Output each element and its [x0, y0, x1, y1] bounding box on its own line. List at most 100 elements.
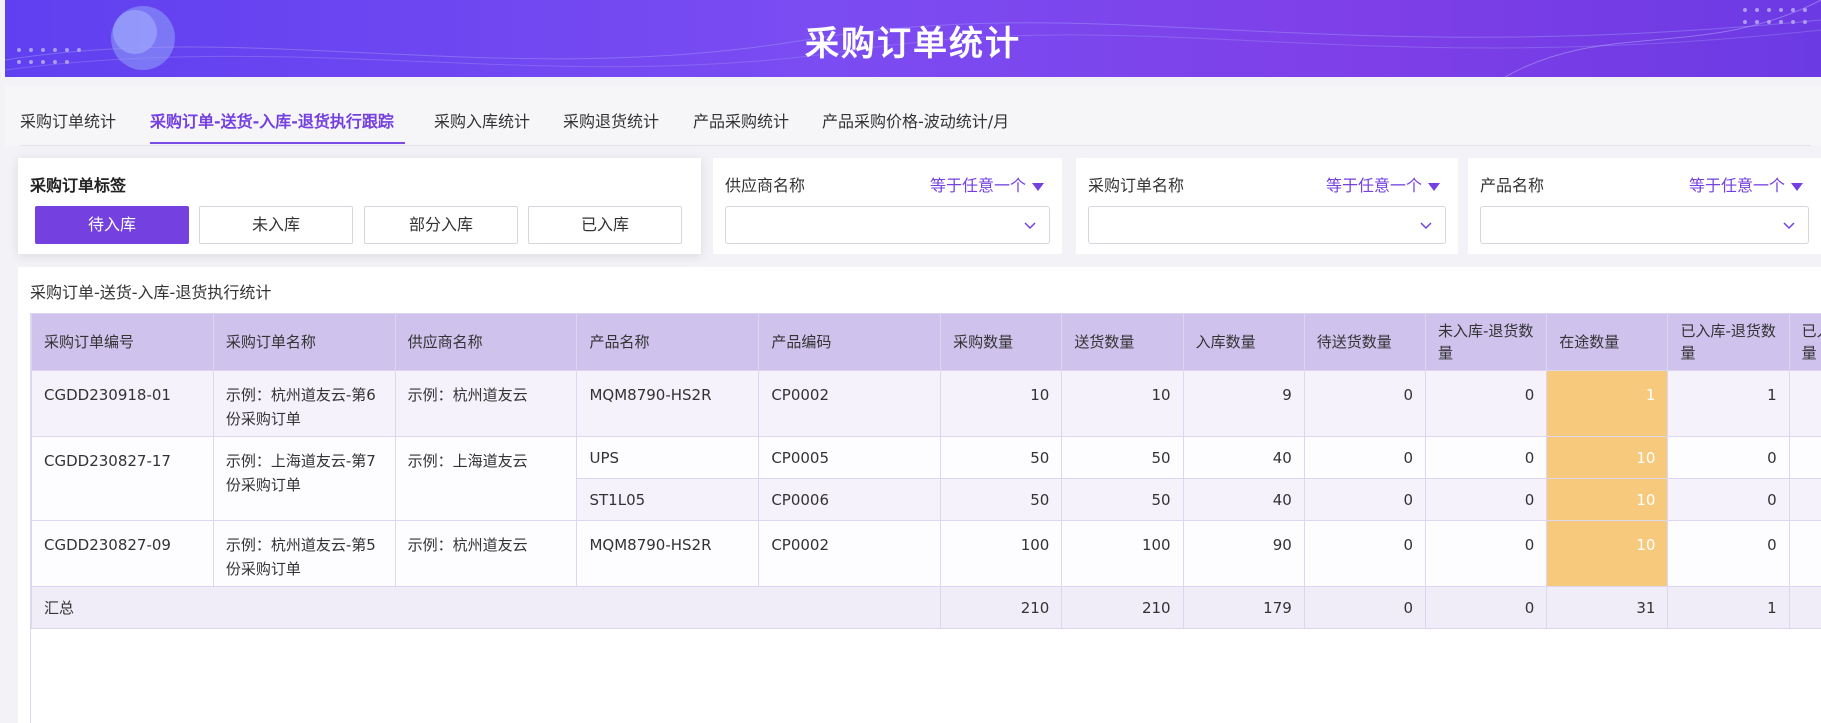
order-name-filter: 采购订单名称 等于任意一个 — [1076, 158, 1458, 254]
qty-cell: 50 — [940, 478, 1063, 521]
table-row: CGDD230918-01 示例：杭州道友云-第6份采购订单 示例：杭州道友云 … — [31, 370, 1821, 437]
page-title: 采购订单统计 — [805, 24, 1021, 64]
header-banner: 采购订单统计 — [5, 0, 1821, 77]
tab-inbound-stats[interactable]: 采购入库统计 — [434, 108, 530, 132]
order-tag-label: 采购订单标签 — [30, 176, 127, 195]
order-name-filter-label: 采购订单名称 — [1088, 176, 1185, 195]
supplier-filter-operator[interactable]: 等于任意一个 — [930, 172, 1044, 196]
exchange-cell — [1788, 436, 1821, 479]
col-header[interactable]: 入库数量 — [1182, 313, 1305, 371]
supplier-cell: 示例：杭州道友云 — [394, 520, 578, 587]
summary-exchange — [1788, 586, 1821, 629]
in-transit-cell: 1 — [1546, 370, 1669, 437]
stocked-cell: 40 — [1182, 478, 1305, 521]
table-scroll-area[interactable]: 采购订单编号 采购订单名称 供应商名称 产品名称 产品编码 采购数量 送货数量 … — [30, 313, 1821, 723]
product-name-filter-label: 产品名称 — [1480, 176, 1545, 195]
table-row: CGDD230827-09 示例：杭州道友云-第5份采购订单 示例：杭州道友云 … — [31, 520, 1821, 587]
return-stocked-cell: 0 — [1667, 520, 1790, 587]
col-header[interactable]: 待送货数量 — [1303, 313, 1427, 371]
delivered-cell: 50 — [1061, 478, 1184, 521]
summary-delivered: 210 — [1061, 586, 1184, 629]
tab-price-fluctuation[interactable]: 产品采购价格-波动统计/月 — [822, 108, 1009, 132]
summary-stocked: 179 — [1182, 586, 1305, 629]
return-stocked-cell: 1 — [1667, 370, 1790, 437]
code-cell: CP0006 — [758, 478, 942, 521]
order-name-filter-operator[interactable]: 等于任意一个 — [1326, 172, 1440, 196]
tracking-table-card: 采购订单-送货-入库-退货执行统计 采购订单编号 采购订单名称 供应商名称 产品… — [18, 267, 1821, 723]
return-unstocked-cell: 0 — [1425, 436, 1548, 479]
summary-return-stocked: 1 — [1667, 586, 1790, 629]
col-header[interactable]: 采购订单编号 — [31, 313, 214, 371]
table-row: CGDD230827-17 示例：上海道友云-第7份采购订单 示例：上海道友云 … — [31, 436, 1821, 521]
return-unstocked-cell: 0 — [1425, 478, 1548, 521]
summary-in-transit: 31 — [1546, 586, 1669, 629]
order-name-cell: 示例：杭州道友云-第5份采购订单 — [212, 520, 396, 587]
qty-cell: 50 — [940, 436, 1063, 479]
col-header[interactable]: 采购数量 — [940, 313, 1063, 371]
table-title: 采购订单-送货-入库-退货执行统计 — [30, 283, 272, 302]
col-header[interactable]: 已入库-换货数量 — [1788, 313, 1821, 371]
product-cell: ST1L05 — [576, 478, 760, 521]
return-unstocked-cell: 0 — [1425, 520, 1548, 587]
chevron-down-icon — [1420, 222, 1432, 230]
product-cell: MQM8790-HS2R — [576, 370, 760, 437]
col-header[interactable]: 供应商名称 — [394, 313, 578, 371]
delivered-cell: 50 — [1061, 436, 1184, 479]
delivered-cell: 10 — [1061, 370, 1184, 437]
col-header[interactable]: 产品编码 — [758, 313, 942, 371]
delivered-cell: 100 — [1061, 520, 1184, 587]
order-no-cell: CGDD230827-09 — [31, 520, 214, 587]
col-header[interactable]: 未入库-退货数量 — [1425, 313, 1548, 371]
return-stocked-cell: 0 — [1667, 436, 1790, 479]
tracking-table: 采购订单编号 采购订单名称 供应商名称 产品名称 产品编码 采购数量 送货数量 … — [31, 313, 1821, 629]
product-cell: MQM8790-HS2R — [576, 520, 760, 587]
return-unstocked-cell: 0 — [1425, 370, 1548, 437]
order-name-cell: 示例：上海道友云-第7份采购订单 — [212, 436, 396, 521]
code-cell: CP0005 — [758, 436, 942, 479]
tab-return-stats[interactable]: 采购退货统计 — [563, 108, 659, 132]
exchange-cell — [1788, 520, 1821, 587]
table-header-row: 采购订单编号 采购订单名称 供应商名称 产品名称 产品编码 采购数量 送货数量 … — [31, 313, 1821, 371]
caret-down-icon — [1428, 182, 1440, 191]
summary-pending: 0 — [1303, 586, 1427, 629]
tag-inbound-button[interactable]: 已入库 — [528, 206, 682, 244]
chevron-down-icon — [1024, 222, 1036, 230]
order-no-cell: CGDD230918-01 — [31, 370, 214, 437]
order-no-cell: CGDD230827-17 — [31, 436, 214, 521]
stocked-cell: 90 — [1182, 520, 1305, 587]
return-stocked-cell: 0 — [1667, 478, 1790, 521]
tab-bar: 采购订单统计 采购订单-送货-入库-退货执行跟踪 采购入库统计 采购退货统计 产… — [5, 86, 1821, 146]
product-name-select[interactable] — [1480, 206, 1809, 244]
tag-not-inbound-button[interactable]: 未入库 — [199, 206, 353, 244]
product-name-filter-operator[interactable]: 等于任意一个 — [1689, 172, 1803, 196]
caret-down-icon — [1032, 182, 1044, 191]
pending-cell: 0 — [1303, 520, 1427, 587]
order-name-cell: 示例：杭州道友云-第6份采购订单 — [212, 370, 396, 437]
supplier-cell: 示例：上海道友云 — [394, 436, 578, 521]
code-cell: CP0002 — [758, 520, 942, 587]
tag-pending-inbound-button[interactable]: 待入库 — [35, 206, 189, 244]
pending-cell: 0 — [1303, 478, 1427, 521]
exchange-cell — [1788, 478, 1821, 521]
pending-cell: 0 — [1303, 436, 1427, 479]
product-cell: UPS — [576, 436, 760, 479]
code-cell: CP0002 — [758, 370, 942, 437]
summary-row: 汇总 210 210 179 0 0 31 1 — [31, 586, 1821, 629]
col-header[interactable]: 采购订单名称 — [212, 313, 396, 371]
summary-label: 汇总 — [31, 586, 942, 629]
col-header[interactable]: 产品名称 — [576, 313, 760, 371]
tab-product-purchase-stats[interactable]: 产品采购统计 — [693, 108, 789, 132]
in-transit-cell: 10 — [1546, 478, 1669, 521]
caret-down-icon — [1791, 182, 1803, 191]
stocked-cell: 40 — [1182, 436, 1305, 479]
col-header[interactable]: 送货数量 — [1061, 313, 1184, 371]
tag-partial-inbound-button[interactable]: 部分入库 — [364, 206, 518, 244]
qty-cell: 10 — [940, 370, 1063, 437]
col-header[interactable]: 已入库-退货数量 — [1667, 313, 1790, 371]
tab-order-stats[interactable]: 采购订单统计 — [20, 108, 116, 132]
supplier-select[interactable] — [725, 206, 1050, 244]
summary-qty: 210 — [940, 586, 1063, 629]
col-header[interactable]: 在途数量 — [1546, 313, 1669, 371]
tab-order-tracking[interactable]: 采购订单-送货-入库-退货执行跟踪 — [150, 108, 394, 132]
order-name-select[interactable] — [1088, 206, 1446, 244]
